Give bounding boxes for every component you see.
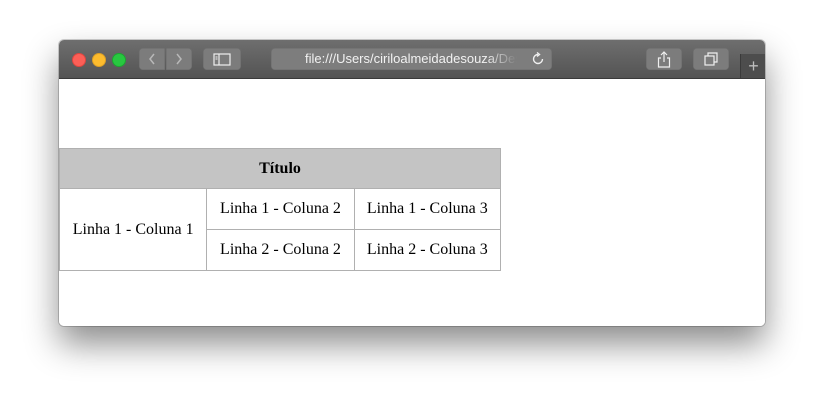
close-window-button[interactable] [72, 53, 86, 67]
page-content: Título Linha 1 - Coluna 1 Linha 1 - Colu… [59, 79, 765, 326]
table-title: Título [59, 148, 501, 189]
table-row: Linha 1 - Coluna 1 Linha 1 - Coluna 2 Li… [59, 188, 502, 271]
sidebar-toggle-button[interactable] [203, 48, 241, 70]
table-cell: Linha 1 - Coluna 2 [206, 188, 355, 230]
minimize-window-button[interactable] [92, 53, 106, 67]
table-cell: Linha 2 - Coluna 3 [353, 229, 502, 271]
table-cell: Linha 1 - Coluna 1 [59, 188, 208, 271]
share-button[interactable] [646, 48, 682, 70]
address-bar[interactable]: file:///Users/ciriloalmeidadesouza/Deskt… [271, 48, 552, 70]
share-icon [657, 50, 671, 68]
back-button[interactable] [139, 48, 165, 70]
new-tab-button[interactable]: + [740, 54, 765, 78]
zoom-window-button[interactable] [112, 53, 126, 67]
sidebar-icon [213, 52, 231, 66]
reload-icon[interactable] [531, 52, 545, 66]
address-url: file:///Users/ciriloalmeidadesouza/Deskt… [305, 51, 517, 66]
show-tabs-button[interactable] [693, 48, 729, 70]
data-table: Título Linha 1 - Coluna 1 Linha 1 - Colu… [59, 148, 502, 271]
table-header-row: Título [59, 148, 501, 189]
table-cell: Linha 1 - Coluna 3 [353, 188, 502, 230]
chevron-left-icon [149, 53, 155, 65]
browser-window: file:///Users/ciriloalmeidadesouza/Deskt… [59, 40, 765, 326]
forward-button[interactable] [166, 48, 192, 70]
browser-toolbar: file:///Users/ciriloalmeidadesouza/Deskt… [59, 40, 765, 79]
chevron-right-icon [176, 53, 182, 65]
table-cell: Linha 2 - Coluna 2 [206, 229, 355, 271]
tabs-overview-icon [704, 52, 718, 66]
